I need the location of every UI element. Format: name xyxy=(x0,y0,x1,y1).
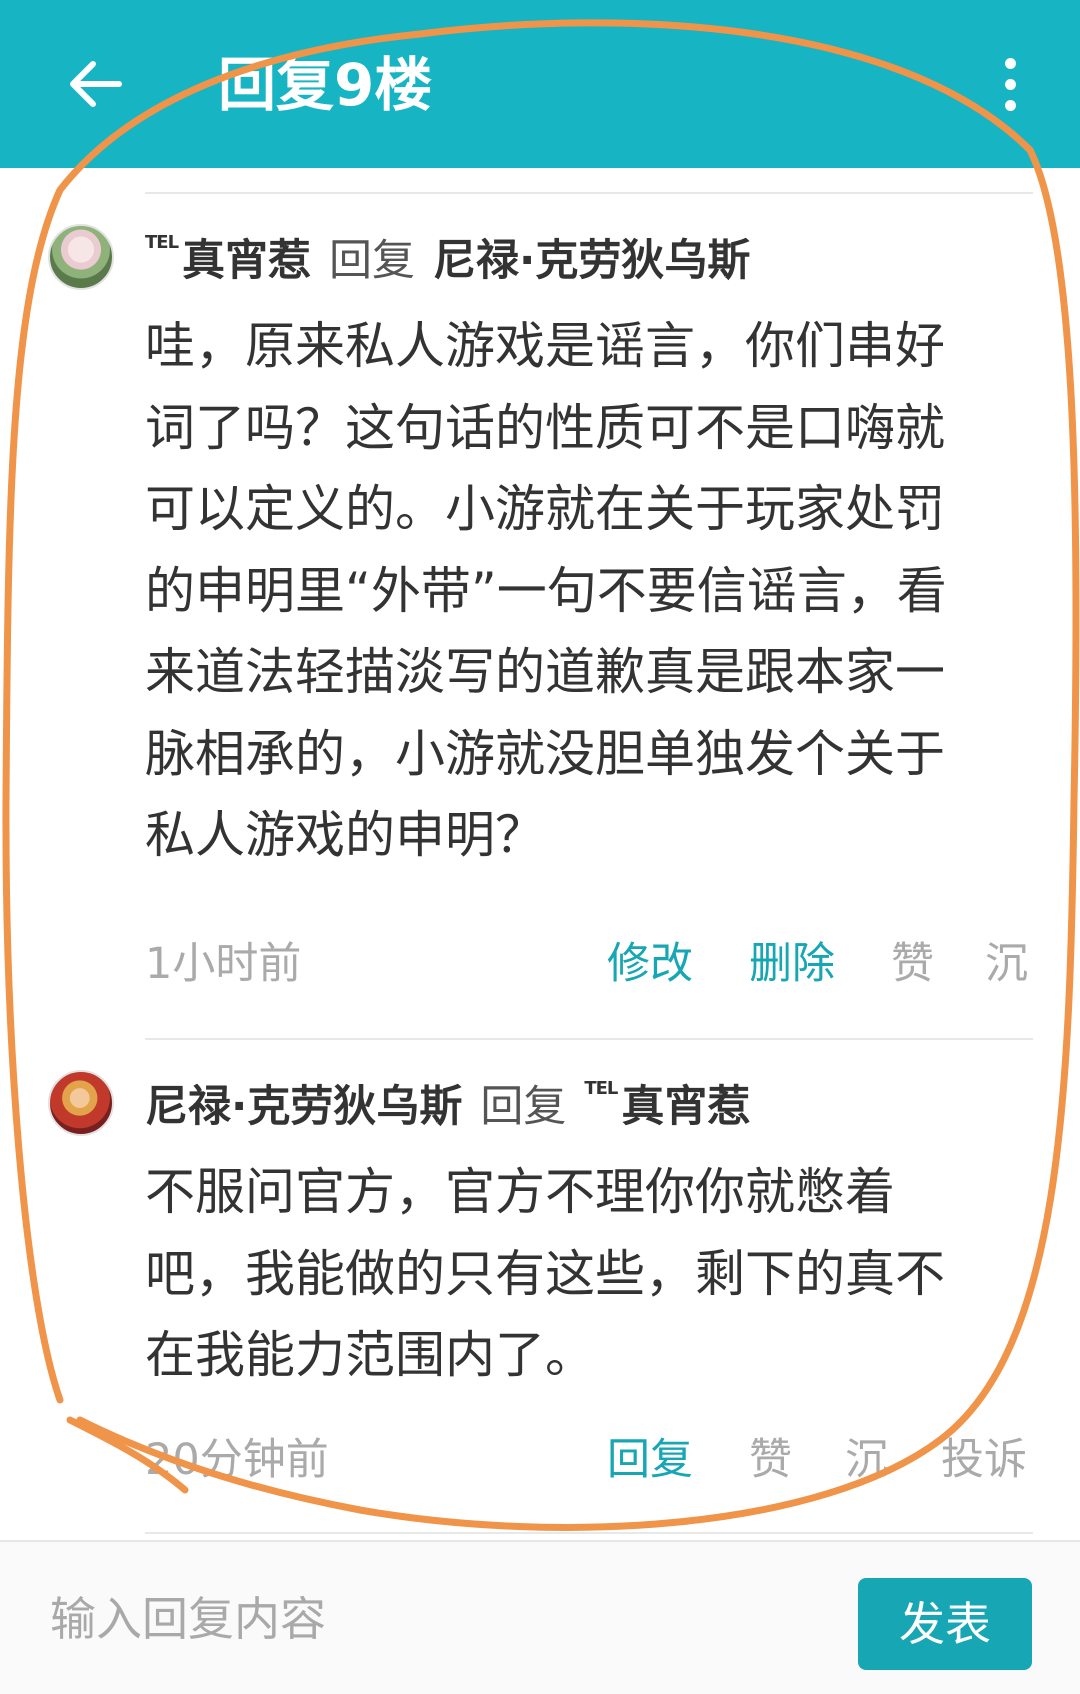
more-vertical-icon-dot xyxy=(1004,99,1016,111)
divider xyxy=(145,1038,1033,1040)
report-button[interactable]: 投诉 xyxy=(941,1430,1027,1490)
reply-time: 1小时前 xyxy=(145,939,302,989)
back-button[interactable] xyxy=(50,44,140,124)
more-vertical-icon-dot xyxy=(1004,78,1016,90)
reply-line: 在我能力范围内了。 xyxy=(145,1326,595,1384)
reply-line: 不服问官方，官方不理你你就憋着 xyxy=(145,1163,895,1221)
target-tag: TEL xyxy=(584,1077,618,1099)
reply-line: 可以定义的。小游就在关于玩家处罚 xyxy=(145,480,945,538)
reply-line: 的申明里“外带”一句不要信谣言，看 xyxy=(145,561,947,620)
author-name[interactable]: TEL真宵惹 xyxy=(145,226,311,288)
delete-button[interactable]: 删除 xyxy=(749,934,835,994)
target-name[interactable]: 尼禄·克劳狄乌斯 xyxy=(433,226,750,288)
reply-button[interactable]: 回复 xyxy=(607,1430,693,1490)
reply-line: 词了吗？这句话的性质可不是口嗨就 xyxy=(145,398,945,457)
like-button[interactable]: 赞 xyxy=(749,1430,792,1490)
reply-meta: 20分钟前 回复 赞 沉 投诉 xyxy=(145,1430,1035,1490)
avatar[interactable] xyxy=(48,1070,114,1136)
more-options-button[interactable] xyxy=(980,44,1040,124)
more-vertical-icon xyxy=(1004,57,1016,69)
target-name-text: 真宵惹 xyxy=(621,1082,751,1132)
reply-line: 吧，我能做的只有这些，剩下的真不 xyxy=(145,1244,945,1303)
send-button[interactable]: 发表 xyxy=(858,1578,1032,1670)
author-name-text: 真宵惹 xyxy=(182,236,312,286)
page-title: 回复9楼 xyxy=(218,51,433,119)
reply-line: 私人游戏的申明？ xyxy=(145,806,545,864)
reply-connector: 回复 xyxy=(329,236,416,286)
reply-list: TEL真宵惹 回复 尼禄·克劳狄乌斯 哇，原来私人游戏是谣言，你们串好 词了吗？… xyxy=(0,168,1080,1540)
top-app-bar: 回复9楼 xyxy=(0,0,1080,168)
avatar[interactable] xyxy=(48,224,114,290)
author-tag: TEL xyxy=(145,231,179,253)
edit-button[interactable]: 修改 xyxy=(607,934,693,994)
reply-meta: 1小时前 修改 删除 赞 沉 xyxy=(145,934,1035,994)
reply-line: 来道法轻描淡写的道歉真是跟本家一 xyxy=(145,643,945,701)
reply-input[interactable] xyxy=(48,1570,812,1668)
reply-header: TEL真宵惹 回复 尼禄·克劳狄乌斯 xyxy=(145,224,750,290)
arrow-left-icon xyxy=(70,61,122,107)
reply-connector: 回复 xyxy=(480,1082,567,1132)
reply-body: 不服问官方，官方不理你你就憋着 吧，我能做的只有这些，剩下的真不 在我能力范围内… xyxy=(145,1152,1035,1397)
divider xyxy=(145,192,1033,194)
sink-button[interactable]: 沉 xyxy=(985,934,1028,994)
reply-line: 哇，原来私人游戏是谣言，你们串好 xyxy=(145,317,945,375)
reply-time: 20分钟前 xyxy=(145,1435,329,1485)
reply-line: 脉相承的，小游就没胆单独发个关于 xyxy=(145,724,945,783)
sink-button[interactable]: 沉 xyxy=(845,1430,888,1490)
reply-body: 哇，原来私人游戏是谣言，你们串好 词了吗？这句话的性质可不是口嗨就 可以定义的。… xyxy=(145,306,1035,877)
reply-header: 尼禄·克劳狄乌斯 回复 TEL真宵惹 xyxy=(145,1070,750,1136)
divider xyxy=(145,1532,1033,1534)
author-name[interactable]: 尼禄·克劳狄乌斯 xyxy=(145,1072,462,1134)
reply-thread-screen: 回复9楼 TEL真宵惹 回复 尼禄·克劳狄乌斯 哇，原来私人游戏是谣言，你们串好… xyxy=(0,0,1080,1694)
reply-composer: 发表 xyxy=(0,1540,1080,1694)
like-button[interactable]: 赞 xyxy=(891,934,934,994)
target-name[interactable]: TEL真宵惹 xyxy=(584,1072,750,1134)
